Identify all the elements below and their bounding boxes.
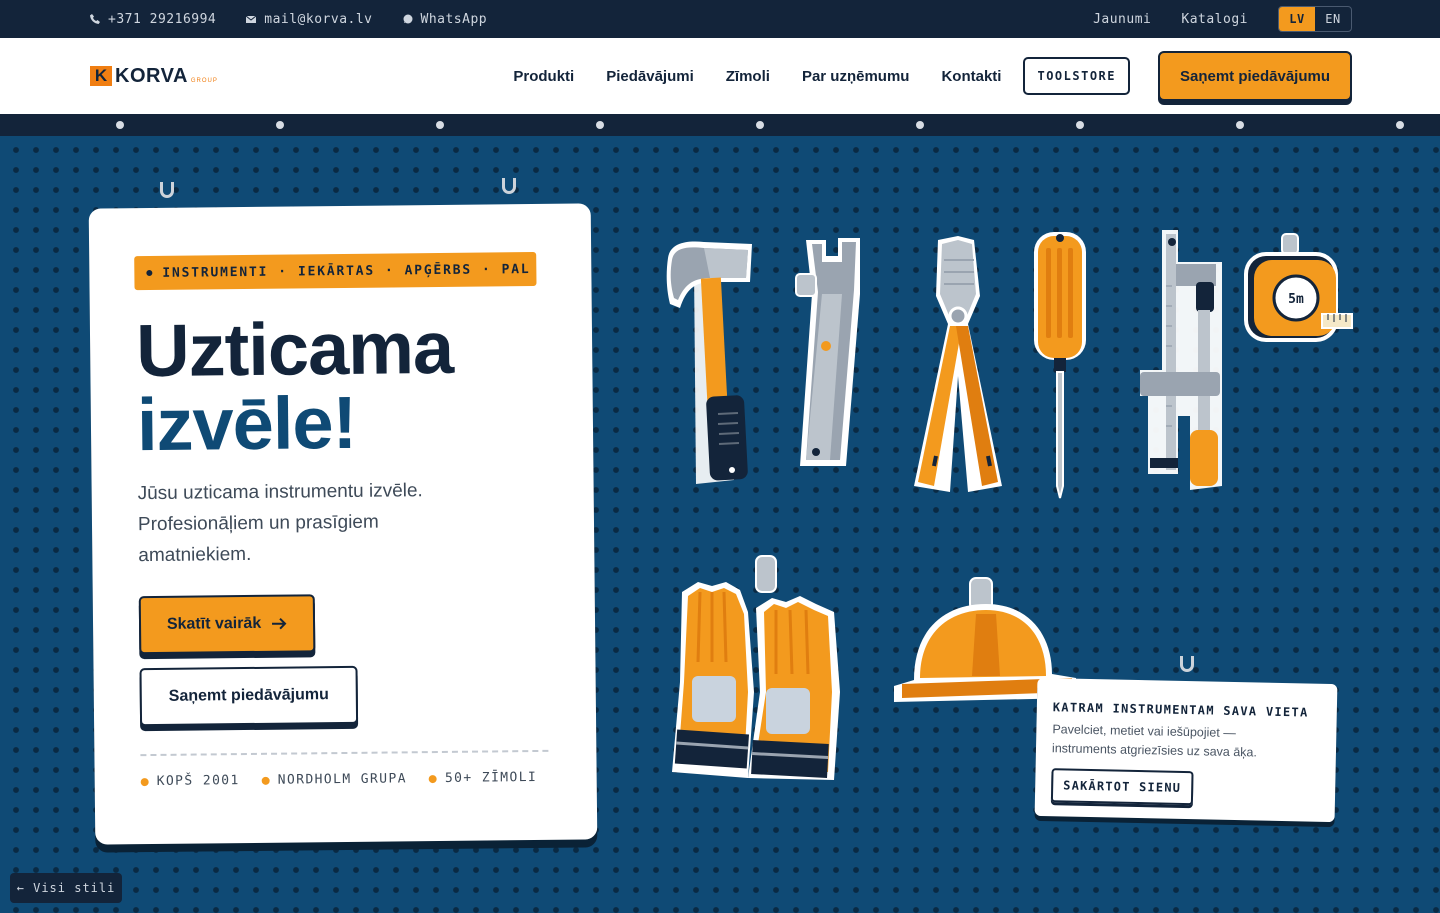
nav-menu: Produkti Piedāvājumi Zīmoli Par uzņēmumu… (513, 68, 1001, 85)
phone-link[interactable]: +371 29216994 (90, 12, 216, 27)
tag-sep: · (278, 264, 288, 280)
email-text: mail@korva.lv (264, 11, 373, 27)
news-link[interactable]: Jaunumi (1093, 12, 1151, 27)
rail-bolt (1236, 121, 1244, 129)
tag-sep: · (384, 262, 395, 279)
hammer-icon[interactable] (664, 238, 756, 488)
tag-sep: · (481, 261, 492, 278)
clamp-icon[interactable] (1134, 226, 1228, 496)
stat-bullet (140, 777, 149, 786)
catalogs-link[interactable]: Katalogi (1181, 12, 1248, 27)
nav-offers[interactable]: Piedāvājumi (606, 68, 694, 85)
nav-brands[interactable]: Zīmoli (726, 68, 770, 85)
see-more-label: Skatīt vairāk (166, 614, 262, 633)
hero-title-line1: Uzticama (135, 305, 454, 393)
chat-bubble-icon (403, 14, 412, 24)
info-card: KATRAM INSTRUMENTAM SAVA VIETA Pavelciet… (1034, 677, 1338, 823)
wrench-icon[interactable] (792, 234, 864, 474)
tag-pal: PAL (501, 261, 531, 277)
stat-brands: 50+ ZĪMOLI (428, 770, 537, 786)
mail-icon (246, 15, 257, 23)
pegboard-rail (0, 114, 1440, 136)
whatsapp-text: WhatsApp (420, 11, 488, 27)
get-offer-button[interactable]: Saņemt piedāvājumu (1158, 51, 1352, 101)
info-title: KATRAM INSTRUMENTAM SAVA VIETA (1052, 700, 1309, 720)
info-text: Pavelciet, metiet vai iešūpojiet — instr… (1051, 722, 1258, 760)
bolt-cutter-icon[interactable] (908, 236, 1008, 496)
stat-group: NORDHOLM GRUPA (261, 771, 407, 788)
rail-bolt (756, 121, 764, 129)
tag-tools: INSTRUMENTI (162, 264, 269, 281)
divider (140, 749, 549, 757)
rail-bolt (916, 121, 924, 129)
rail-bolt (596, 121, 604, 129)
logo-mark: K (90, 66, 112, 86)
rail-bolt (276, 121, 284, 129)
stat-bullet (428, 774, 437, 783)
tape-measure-icon[interactable]: 5m (1240, 230, 1356, 344)
rail-bolt (436, 121, 444, 129)
rail-bolt (1396, 121, 1404, 129)
category-tags: INSTRUMENTI · IEKĀRTAS · APĢĒRBS · PAL (134, 251, 537, 291)
hook-icon (502, 178, 516, 194)
top-bar: +371 29216994 mail@korva.lv WhatsApp Jau… (0, 0, 1440, 38)
nav-products[interactable]: Produkti (513, 68, 574, 85)
nav-about[interactable]: Par uzņēmumu (802, 68, 910, 85)
stat-bullet (261, 776, 270, 785)
hook-icon (1180, 656, 1194, 672)
rail-bolt (1076, 121, 1084, 129)
tag-clothing: APĢĒRBS (404, 262, 473, 278)
phone-icon (90, 14, 100, 24)
rail-bolt (116, 121, 124, 129)
arrow-right-icon (272, 617, 287, 630)
logo-text: KORVA (115, 64, 188, 87)
hero-card[interactable]: INSTRUMENTI · IEKĀRTAS · APĢĒRBS · PAL U… (88, 203, 598, 845)
hook-icon (160, 182, 174, 198)
tag-bullet (146, 269, 153, 277)
logo-sub: GROUP (190, 77, 218, 84)
screwdriver-icon[interactable] (1030, 228, 1090, 504)
work-gloves-icon[interactable] (668, 552, 844, 784)
hero-stats: KOPŠ 2001 NORDHOLM GRUPA 50+ ZĪMOLI (140, 770, 537, 789)
whatsapp-link[interactable]: WhatsApp (403, 12, 488, 27)
lang-lv[interactable]: LV (1279, 7, 1315, 31)
stat-since: KOPŠ 2001 (140, 773, 240, 789)
nav-contacts[interactable]: Kontakti (941, 68, 1001, 85)
language-switcher: LV EN (1278, 6, 1352, 32)
hero-title-line2: izvēle! (136, 380, 357, 467)
email-link[interactable]: mail@korva.lv (246, 12, 372, 27)
tape-label: 5m (1288, 292, 1304, 307)
all-styles-back-button[interactable]: ← Visi stili (10, 873, 122, 903)
main-nav: K KORVA GROUP Produkti Piedāvājumi Zīmol… (0, 38, 1440, 114)
lang-en[interactable]: EN (1315, 7, 1351, 31)
tag-equipment: IEKĀRTAS (297, 263, 375, 279)
phone-text: +371 29216994 (108, 11, 217, 27)
toolstore-button[interactable]: TOOLSTORE (1023, 57, 1130, 95)
see-more-button[interactable]: Skatīt vairāk (138, 594, 316, 655)
hero-description: Jūsu uzticama instrumentu izvēle. Profes… (137, 480, 423, 567)
logo[interactable]: K KORVA GROUP (90, 65, 218, 88)
arrange-wall-button[interactable]: SAKĀRTOT SIENU (1050, 768, 1194, 806)
get-offer-secondary-button[interactable]: Saņemt piedāvājumu (139, 665, 359, 727)
